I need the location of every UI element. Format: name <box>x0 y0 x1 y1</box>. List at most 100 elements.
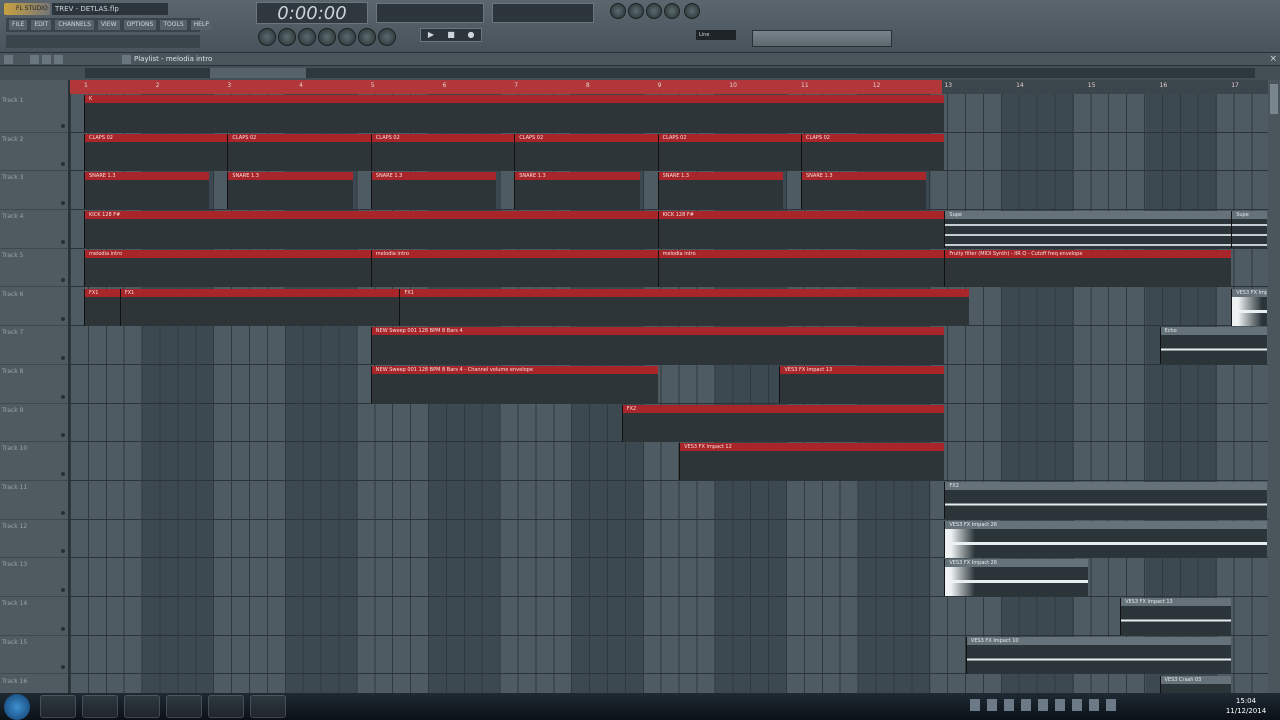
playlist-clip[interactable]: CLAPS 02 <box>657 133 801 171</box>
playlist-clip[interactable]: SNARE 1.3 <box>84 172 210 210</box>
menu-options[interactable]: OPTIONS <box>123 20 157 30</box>
track-header[interactable]: Track 5 <box>0 249 68 288</box>
mixer-button[interactable] <box>664 3 680 19</box>
playlist-clip[interactable]: VES3 FX Impact 10 <box>965 636 1232 674</box>
start-button[interactable] <box>4 694 30 720</box>
menu-edit[interactable]: EDIT <box>31 20 52 30</box>
track-header[interactable]: Track 3 <box>0 171 68 211</box>
volume-icon[interactable] <box>1106 699 1116 711</box>
playlist-clip[interactable]: KICK 128 F# <box>657 211 945 249</box>
track-mute-led[interactable] <box>61 239 65 244</box>
track-row[interactable] <box>70 365 1268 404</box>
playlist-clip[interactable]: VES3 FX Impact 26 <box>944 520 1268 558</box>
tool-button[interactable] <box>258 28 276 46</box>
snap-selector[interactable]: Line <box>696 30 736 40</box>
playlist-clip[interactable]: Fruity filter (MIDI Synth) - IIR Q - Cut… <box>944 249 1232 287</box>
playlist-grid[interactable]: K CLAPS 02 CLAPS 02 CLAPS 02 CLAPS 02 CLAPS 0… <box>70 94 1268 693</box>
playlist-clip[interactable]: SNARE 1.3 <box>227 172 353 210</box>
tray-icon[interactable] <box>1004 699 1014 711</box>
track-header[interactable]: Track 6 <box>0 288 68 327</box>
track-row[interactable] <box>70 558 1268 598</box>
playlist-clip[interactable]: melodia intro <box>657 249 945 287</box>
playlist-clip[interactable]: FX2 <box>621 404 945 442</box>
playlist-clip[interactable]: Echo <box>1159 327 1268 365</box>
menu-channels[interactable]: CHANNELS <box>55 20 94 30</box>
system-clock[interactable]: 15:04 11/12/2014 <box>1222 696 1270 716</box>
chrome-taskbar-icon[interactable] <box>166 695 202 718</box>
playlist-clip[interactable]: KICK 128 F# <box>84 211 658 249</box>
horizontal-scroll-thumb[interactable] <box>210 68 306 78</box>
track-header[interactable]: Track 1 <box>0 94 68 133</box>
track-header[interactable]: Track 9 <box>0 404 68 443</box>
playlist-clip[interactable]: FX1 <box>119 288 400 326</box>
track-mute-led[interactable] <box>61 626 65 631</box>
track-mute-led[interactable] <box>61 317 65 322</box>
playlist-clip[interactable]: melodia intro <box>84 249 371 287</box>
playlist-clip[interactable]: SNARE 1.3 <box>514 172 640 210</box>
time-display[interactable]: 0:00:00 <box>256 2 368 24</box>
playlist-clip[interactable]: VES3 FX Impact 26 <box>944 559 1088 597</box>
track-mute-led[interactable] <box>61 588 65 593</box>
track-mute-led[interactable] <box>61 123 65 128</box>
playlist-clip[interactable]: VES3 FX Impact 12 <box>679 443 945 481</box>
playlist-clip[interactable]: VES3 FX Impact 13 <box>779 365 945 403</box>
playlist-clip[interactable]: CLAPS 02 <box>227 133 371 171</box>
tool-button[interactable] <box>278 28 296 46</box>
playlist-clip[interactable]: FX1 <box>399 288 970 326</box>
track-row[interactable] <box>70 597 1268 636</box>
paint-tool-icon[interactable] <box>42 55 51 64</box>
tray-icon[interactable] <box>987 699 997 711</box>
track-header[interactable]: Track 7 <box>0 326 68 365</box>
track-header[interactable]: Track 4 <box>0 210 68 249</box>
browser-search-input[interactable] <box>752 30 892 47</box>
loop-selection[interactable] <box>70 80 942 94</box>
tray-icon[interactable] <box>1072 699 1082 711</box>
track-mute-led[interactable] <box>61 471 65 476</box>
playlist-clip[interactable]: FX2 <box>944 482 1268 519</box>
track-header[interactable]: Track 2 <box>0 133 68 172</box>
playlist-clip[interactable]: CLAPS 02 <box>514 133 658 171</box>
stop-button[interactable]: ■ <box>441 29 461 41</box>
vertical-scroll-thumb[interactable] <box>1270 84 1278 114</box>
tool-button[interactable] <box>318 28 336 46</box>
fl-studio-taskbar-icon[interactable] <box>124 695 160 718</box>
playlist-clip[interactable]: NEW Sweep 001 128 BPM 8 Bars 4 - Channel… <box>370 365 658 403</box>
playlist-clip[interactable]: melodia intro <box>370 249 658 287</box>
menu-tools[interactable]: TOOLS <box>160 20 187 30</box>
menu-file[interactable]: FILE <box>9 20 28 30</box>
track-header[interactable]: Track 16 <box>0 675 68 694</box>
track-mute-led[interactable] <box>61 355 65 360</box>
track-mute-led[interactable] <box>61 549 65 554</box>
playlist-clip[interactable]: SNARE 1.3 <box>657 172 784 210</box>
track-mute-led[interactable] <box>61 162 65 167</box>
track-header[interactable]: Track 15 <box>0 636 68 675</box>
playlist-clip[interactable]: CLAPS 02 <box>84 133 228 171</box>
menu-help[interactable]: HELP <box>190 20 212 30</box>
draw-tool-icon[interactable] <box>30 55 39 64</box>
track-mute-led[interactable] <box>61 433 65 438</box>
tool-button[interactable] <box>338 28 356 46</box>
playlist-clip[interactable]: CLAPS 02 <box>370 133 515 171</box>
track-header[interactable]: Track 11 <box>0 481 68 520</box>
track-row[interactable] <box>70 442 1268 481</box>
piano-roll-button[interactable] <box>628 3 644 19</box>
app-taskbar-icon[interactable] <box>208 695 244 718</box>
playlist-clip[interactable]: SNARE 1.3 <box>801 172 927 210</box>
playlist-clip[interactable]: CLAPS 02 <box>801 133 945 171</box>
record-button[interactable]: ● <box>461 29 481 41</box>
tray-icon[interactable] <box>1038 699 1048 711</box>
playlist-clip[interactable]: K <box>84 95 945 132</box>
track-header[interactable]: Track 12 <box>0 520 68 559</box>
browser-button[interactable] <box>684 3 700 19</box>
track-mute-led[interactable] <box>61 665 65 670</box>
playlist-clip[interactable]: VES3 FX Impact 13 <box>1120 598 1232 636</box>
playlist-clip[interactable]: FX1 <box>84 288 120 326</box>
track-mute-led[interactable] <box>61 510 65 515</box>
tray-icon[interactable] <box>1055 699 1065 711</box>
tray-icon[interactable] <box>970 699 980 711</box>
playlist-clip[interactable]: Supe <box>1231 211 1268 249</box>
track-mute-led[interactable] <box>61 278 65 283</box>
track-header[interactable]: Track 13 <box>0 558 68 598</box>
tool-button[interactable] <box>378 28 396 46</box>
play-button[interactable]: ▶ <box>421 29 441 41</box>
